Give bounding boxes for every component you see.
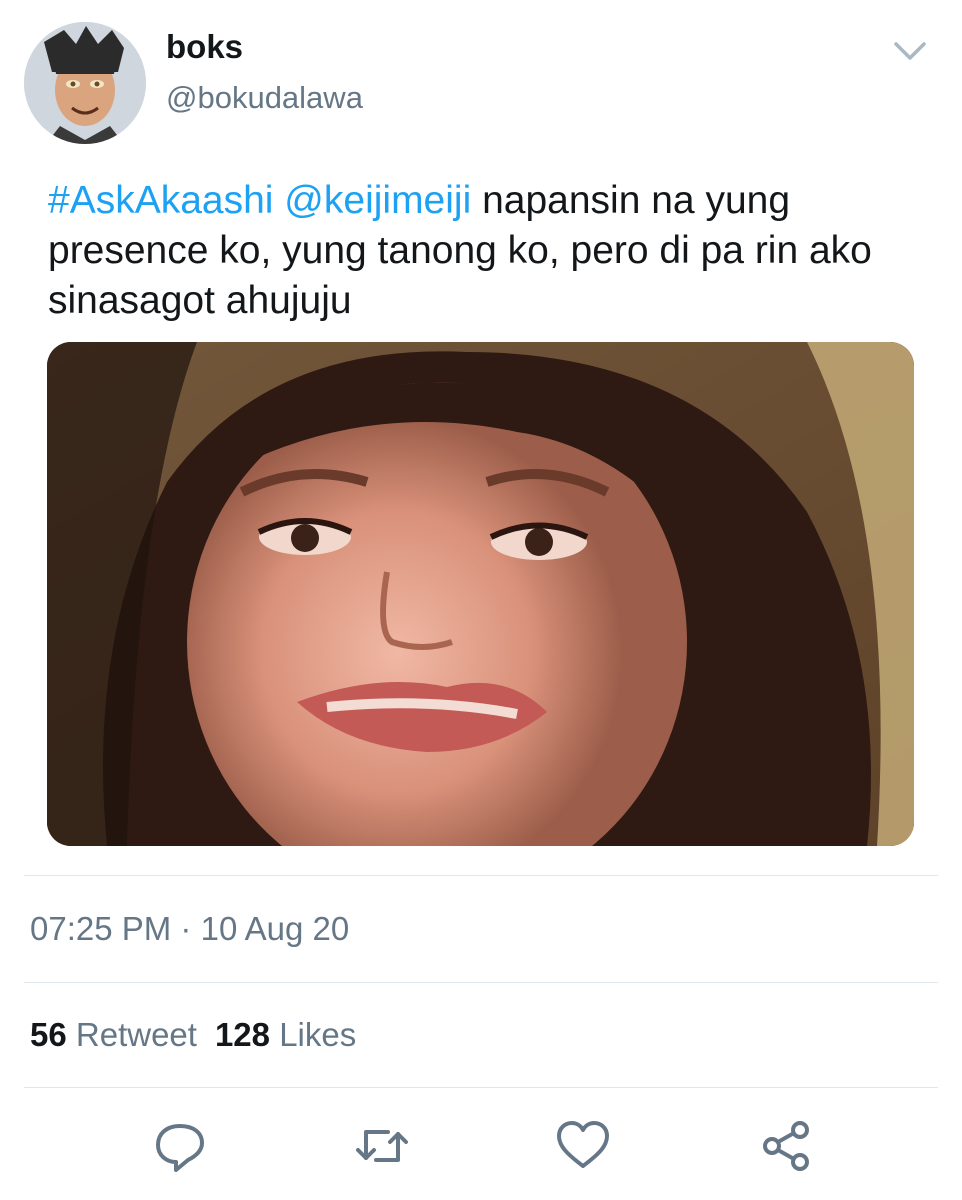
hashtag-link[interactable]: #AskAkaashi — [48, 179, 273, 222]
tweet-media-image[interactable] — [47, 342, 914, 846]
tweet-time: 07:25 PM — [30, 910, 172, 947]
tweet-text: #AskAkaashi @keijimeiji napansin na yung… — [48, 176, 928, 326]
mention-link[interactable]: @keijimeiji — [284, 179, 471, 222]
reply-icon[interactable] — [152, 1118, 208, 1174]
heart-icon[interactable] — [555, 1118, 611, 1174]
retweets-stat[interactable]: 56 Retweet — [30, 1016, 197, 1053]
divider — [24, 1087, 938, 1088]
user-handle[interactable]: @bokudalawa — [166, 80, 363, 116]
chevron-down-icon[interactable] — [890, 36, 930, 66]
user-avatar[interactable] — [24, 22, 146, 144]
tweet-timestamp: 07:25 PM · 10 Aug 20 — [30, 910, 349, 948]
retweets-label: Retweet — [75, 1016, 197, 1053]
likes-stat[interactable]: 128 Likes — [215, 1016, 356, 1053]
timestamp-separator: · — [180, 910, 192, 947]
share-icon[interactable] — [758, 1118, 814, 1174]
tweet-actions — [0, 1108, 962, 1178]
display-name[interactable]: boks — [166, 28, 243, 66]
retweets-count: 56 — [30, 1016, 67, 1053]
likes-count: 128 — [214, 1016, 271, 1053]
tweet-stats: 56 Retweet 128 Likes — [30, 1016, 356, 1054]
divider — [24, 982, 938, 983]
tweet-date: 10 Aug 20 — [200, 910, 350, 947]
retweet-icon[interactable] — [354, 1118, 410, 1174]
anime-character-avatar-image — [24, 22, 146, 144]
crying-woman-photo — [47, 342, 914, 846]
likes-label: Likes — [279, 1016, 357, 1053]
divider — [24, 875, 938, 876]
